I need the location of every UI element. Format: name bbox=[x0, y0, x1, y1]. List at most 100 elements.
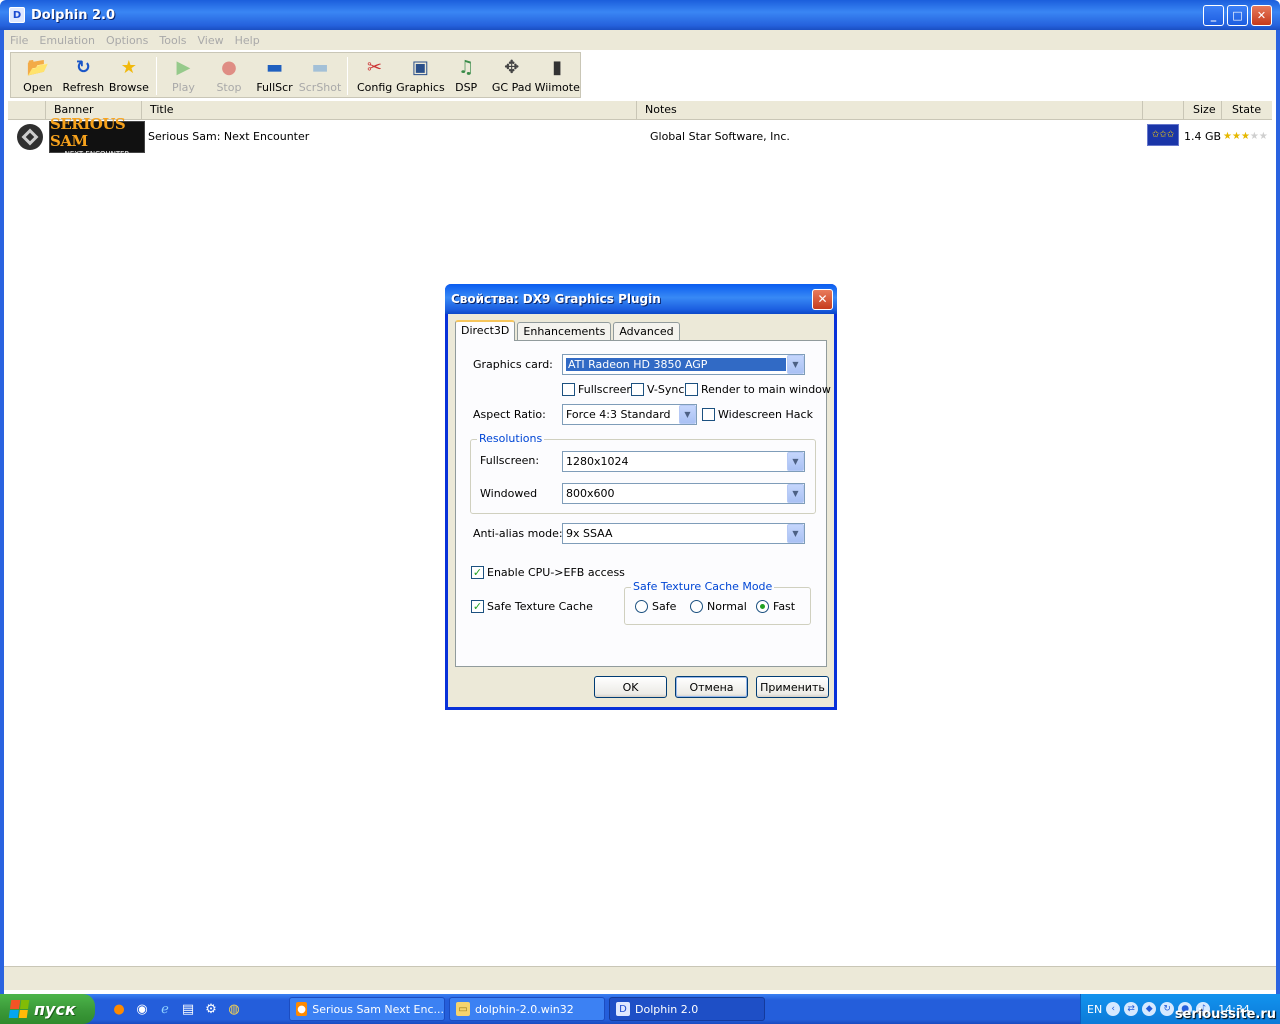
chevron-left-icon[interactable]: ‹ bbox=[1106, 1002, 1121, 1016]
menu-file[interactable]: File bbox=[10, 34, 28, 47]
dolphin-app-icon: D bbox=[616, 1002, 630, 1016]
render-to-main-window-checkbox[interactable]: Render to main window bbox=[685, 383, 831, 396]
efb-access-checkbox[interactable]: ✓ Enable CPU->EFB access bbox=[471, 566, 625, 579]
fullscreen-checkbox[interactable]: Fullscreen bbox=[562, 383, 633, 396]
minimize-button[interactable]: _ bbox=[1203, 4, 1224, 26]
tab-enhancements[interactable]: Enhancements bbox=[517, 322, 612, 341]
chevron-down-icon: ▼ bbox=[787, 452, 804, 471]
column-title[interactable]: Title bbox=[142, 101, 637, 120]
game-notes: Global Star Software, Inc. bbox=[650, 130, 790, 143]
ok-button[interactable]: OK bbox=[594, 676, 667, 698]
toolbar-stop-button[interactable]: ● Stop bbox=[206, 53, 252, 97]
toolbar: 📂 Open ↻ Refresh ★ Browse ▶ Play ● Stop ▬ Full… bbox=[10, 52, 581, 98]
gamecube-icon bbox=[17, 124, 43, 150]
toolbar-fullscreen-button[interactable]: ▬ FullScr bbox=[252, 53, 298, 97]
resolutions-group: Resolutions Fullscreen: 1280x1024 ▼ Wind… bbox=[470, 432, 816, 514]
cache-mode-safe-radio[interactable]: Safe bbox=[635, 600, 676, 613]
security-icon[interactable]: ◆ bbox=[1142, 1002, 1157, 1016]
table-row[interactable]: SERIOUS SAM NEXT ENCOUNTER Serious Sam: … bbox=[8, 116, 1272, 158]
dialog-tabs: Direct3D Enhancements Advanced bbox=[455, 320, 682, 341]
toolbar-config-button[interactable]: ✂ Config bbox=[352, 53, 398, 97]
update-icon[interactable]: ↻ bbox=[1160, 1002, 1175, 1016]
dialog-title: Свойства: DX9 Graphics Plugin bbox=[451, 292, 661, 306]
safe-texture-cache-checkbox[interactable]: ✓ Safe Texture Cache bbox=[471, 600, 593, 613]
resolutions-title: Resolutions bbox=[477, 432, 545, 445]
toolbar-dsp-button[interactable]: ♫ DSP bbox=[443, 53, 489, 97]
cancel-button[interactable]: Отмена bbox=[675, 676, 748, 698]
stop-icon: ● bbox=[221, 57, 237, 78]
internet-explorer-icon[interactable]: ℯ bbox=[154, 998, 176, 1020]
toolbar-refresh-button[interactable]: ↻ Refresh bbox=[61, 53, 107, 97]
toolbar-open-button[interactable]: 📂 Open bbox=[15, 53, 61, 97]
toolbar-screenshot-button[interactable]: ▬ ScrShot bbox=[297, 53, 343, 97]
window-title: Dolphin 2.0 bbox=[31, 7, 116, 23]
dialog-titlebar: Свойства: DX9 Graphics Plugin ✕ bbox=[445, 284, 837, 314]
column-state[interactable]: State bbox=[1222, 101, 1272, 120]
windows-logo-icon bbox=[8, 1000, 30, 1018]
dialog-close-button[interactable]: ✕ bbox=[812, 288, 833, 310]
task-dolphin-folder[interactable]: ▭ dolphin-2.0.win32 bbox=[449, 997, 605, 1021]
close-button[interactable]: ✕ bbox=[1251, 4, 1272, 26]
screenshot-icon: ▬ bbox=[311, 57, 329, 78]
app-quicklaunch-icon[interactable]: ⚙ bbox=[200, 998, 222, 1020]
cache-mode-fast-radio[interactable]: Fast bbox=[756, 600, 795, 613]
game-list-header: Banner Title Notes Size State bbox=[8, 101, 1272, 120]
start-button[interactable]: пуск bbox=[0, 994, 95, 1024]
column-notes[interactable]: Notes bbox=[637, 101, 1143, 120]
toolbar-play-button[interactable]: ▶ Play bbox=[161, 53, 207, 97]
toolbar-graphics-button[interactable]: ▣ Graphics bbox=[396, 53, 445, 97]
graphics-card-select[interactable]: ATI Radeon HD 3850 AGP ▼ bbox=[562, 354, 805, 375]
toolbar-browse-button[interactable]: ★ Browse bbox=[106, 53, 152, 97]
language-indicator[interactable]: EN bbox=[1087, 1003, 1102, 1016]
task-serious-sam[interactable]: ● Serious Sam Next Enc... bbox=[289, 997, 445, 1021]
texture-cache-mode-title: Safe Texture Cache Mode bbox=[631, 580, 775, 593]
tab-advanced[interactable]: Advanced bbox=[613, 322, 680, 341]
floppy-icon[interactable]: ▤ bbox=[177, 998, 199, 1020]
status-bar bbox=[4, 966, 1276, 990]
menu-bar: File Emulation Options Tools View Help bbox=[4, 30, 1276, 50]
aspect-ratio-select[interactable]: Force 4:3 Standard ▼ bbox=[562, 404, 697, 425]
windowed-resolution-label: Windowed bbox=[480, 487, 538, 500]
wiimote-icon: ▮ bbox=[552, 57, 563, 78]
apply-button[interactable]: Применить bbox=[756, 676, 829, 698]
game-size: 1.4 GB bbox=[1184, 130, 1222, 143]
column-region[interactable] bbox=[1143, 101, 1184, 120]
menu-view[interactable]: View bbox=[198, 34, 224, 47]
texture-cache-mode-group: Safe Texture Cache Mode Safe Normal Fast bbox=[624, 580, 811, 625]
toolbar-gc-pad-button[interactable]: ✥ GC Pad bbox=[489, 53, 535, 97]
windowed-resolution-select[interactable]: 800x600 ▼ bbox=[562, 483, 805, 504]
widescreen-hack-checkbox[interactable]: Widescreen Hack bbox=[702, 408, 813, 421]
aspect-ratio-label: Aspect Ratio: bbox=[473, 408, 546, 421]
gc-pad-icon: ✥ bbox=[504, 57, 520, 78]
antialias-select[interactable]: 9x SSAA ▼ bbox=[562, 523, 805, 544]
maximize-button[interactable]: □ bbox=[1227, 4, 1248, 26]
star-icon: ★ bbox=[1223, 131, 1232, 142]
vsync-checkbox[interactable]: V-Sync bbox=[631, 383, 684, 396]
column-icon[interactable] bbox=[8, 101, 46, 120]
fullscreen-resolution-label: Fullscreen: bbox=[480, 454, 540, 467]
toolbar-wiimote-button[interactable]: ▮ Wiimote bbox=[534, 53, 580, 97]
game-title: Serious Sam: Next Encounter bbox=[148, 130, 310, 143]
menu-options[interactable]: Options bbox=[106, 34, 148, 47]
chrome-icon[interactable]: ◍ bbox=[223, 998, 245, 1020]
dolphin-app-icon: D bbox=[9, 7, 25, 23]
network-icon[interactable]: ⇄ bbox=[1124, 1002, 1139, 1016]
menu-tools[interactable]: Tools bbox=[159, 34, 186, 47]
cache-mode-normal-radio[interactable]: Normal bbox=[690, 600, 747, 613]
media-player-icon[interactable]: ◉ bbox=[131, 998, 153, 1020]
refresh-icon: ↻ bbox=[75, 57, 91, 78]
tab-direct3d[interactable]: Direct3D bbox=[455, 320, 516, 341]
dsp-icon: ♫ bbox=[458, 57, 475, 78]
menu-emulation[interactable]: Emulation bbox=[39, 34, 95, 47]
rating-stars: ★★★★★ bbox=[1223, 129, 1268, 142]
fullscreen-icon: ▬ bbox=[265, 57, 283, 78]
folder-icon: ▭ bbox=[456, 1002, 470, 1016]
task-dolphin[interactable]: D Dolphin 2.0 bbox=[609, 997, 765, 1021]
column-size[interactable]: Size bbox=[1184, 101, 1222, 120]
chevron-down-icon: ▼ bbox=[787, 524, 804, 543]
game-banner: SERIOUS SAM NEXT ENCOUNTER bbox=[49, 116, 145, 158]
graphics-plugin-dialog: Свойства: DX9 Graphics Plugin ✕ Direct3D… bbox=[445, 284, 837, 710]
fullscreen-resolution-select[interactable]: 1280x1024 ▼ bbox=[562, 451, 805, 472]
menu-help[interactable]: Help bbox=[235, 34, 260, 47]
firefox-icon[interactable]: ● bbox=[108, 998, 130, 1020]
